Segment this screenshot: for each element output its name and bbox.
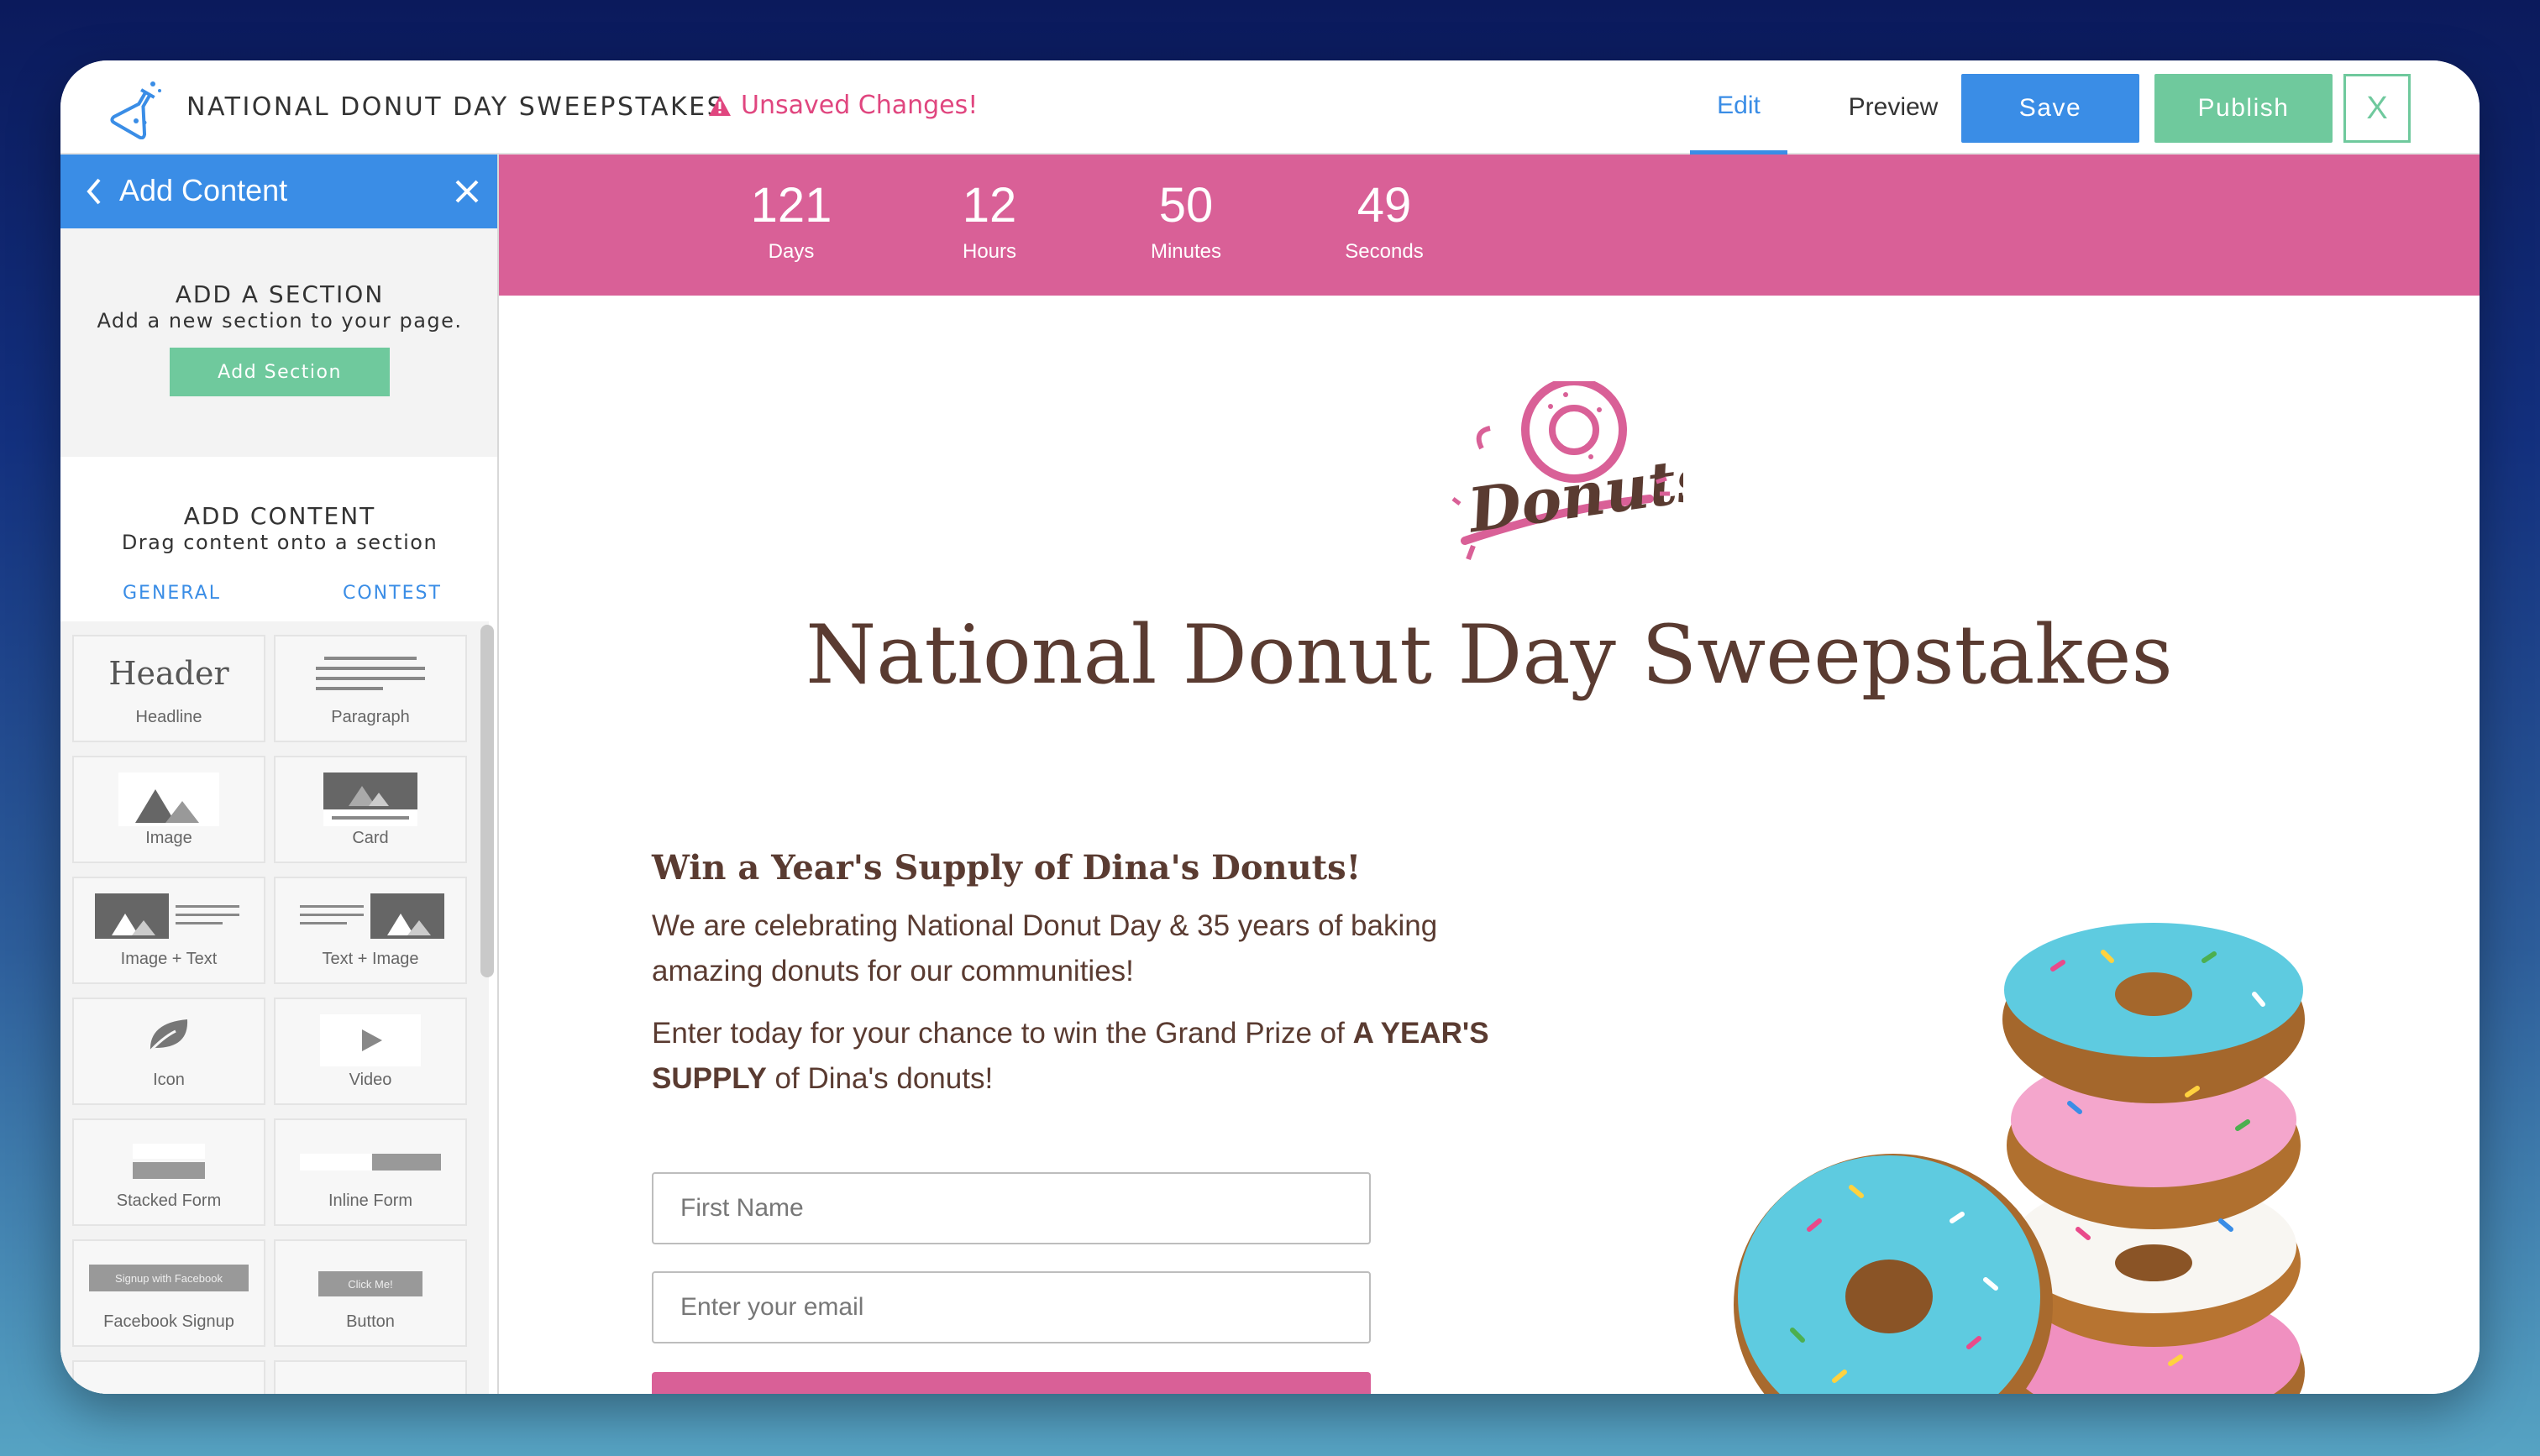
enter-now-button[interactable]: Enter Now xyxy=(652,1372,1371,1394)
tile-label: Facebook Signup xyxy=(103,1312,234,1331)
tile-inline-form[interactable]: Inline Form xyxy=(274,1118,467,1226)
add-content-heading: ADD CONTENT xyxy=(183,502,376,530)
tile-label: Button xyxy=(346,1312,395,1331)
tile-facebook-signup[interactable]: Signup with Facebook Facebook Signup xyxy=(72,1239,265,1347)
image-text-icon xyxy=(95,893,239,939)
tile-headline[interactable]: Header Headline xyxy=(72,635,265,742)
email-field[interactable]: Enter your email xyxy=(652,1271,1371,1343)
tile-video[interactable]: Video xyxy=(274,998,467,1105)
donut-stack-image[interactable] xyxy=(1717,826,2355,1394)
paragraph-icon xyxy=(316,657,425,690)
tab-contest[interactable]: CONTEST xyxy=(343,583,442,604)
countdown-hours: 12 Hours xyxy=(922,176,1057,264)
promo-headline[interactable]: Win a Year's Supply of Dina's Donuts! xyxy=(652,848,1361,888)
header-thumb: Header xyxy=(108,655,229,692)
page-title[interactable]: National Donut Day Sweepstakes xyxy=(499,608,2480,702)
close-icon[interactable] xyxy=(452,176,482,207)
tile-paragraph[interactable]: Paragraph xyxy=(274,635,467,742)
countdown-value: 121 xyxy=(750,178,832,233)
tile-more[interactable] xyxy=(72,1360,265,1394)
sidebar-header: Add Content xyxy=(60,155,497,228)
button-thumb: Click Me! xyxy=(318,1271,422,1296)
tile-image[interactable]: Image xyxy=(72,756,265,863)
countdown-label: Hours xyxy=(962,240,1017,263)
countdown-seconds: 49 Seconds xyxy=(1317,176,1451,264)
tile-label: Card xyxy=(352,829,389,847)
tile-label: Stacked Form xyxy=(116,1192,222,1210)
prize-paragraph[interactable]: Enter today for your chance to win the G… xyxy=(652,1011,1534,1102)
countdown-minutes: 50 Minutes xyxy=(1119,176,1253,264)
tile-stacked-form[interactable]: Stacked Form xyxy=(72,1118,265,1226)
app-title: NATIONAL DONUT DAY SWEEPSTAKES xyxy=(186,92,726,122)
tile-label: Inline Form xyxy=(328,1192,413,1210)
tile-label: Paragraph xyxy=(331,708,410,726)
countdown-days: 121 Days xyxy=(724,176,858,264)
facebook-signup-thumb: Signup with Facebook xyxy=(89,1265,249,1291)
tile-label: Icon xyxy=(153,1071,185,1089)
tile-label: Text + Image xyxy=(322,950,419,968)
add-content-panel: ADD CONTENT Drag content onto a section … xyxy=(60,457,497,1394)
flask-logo-icon[interactable] xyxy=(106,76,170,139)
unsaved-text: Unsaved Changes! xyxy=(741,91,979,120)
countdown-label: Days xyxy=(768,240,815,263)
stacked-form-icon xyxy=(133,1144,205,1179)
sidebar-scrollbar[interactable] xyxy=(480,625,494,977)
countdown-value: 50 xyxy=(1158,178,1214,233)
leaf-icon xyxy=(147,1019,188,1054)
prize-text: Enter today for your chance to win the G… xyxy=(652,1017,1353,1050)
logo-text: Donuts xyxy=(1462,442,1683,547)
countdown-label: Seconds xyxy=(1345,240,1424,263)
tab-preview[interactable]: Preview xyxy=(1818,60,1969,155)
tab-general[interactable]: GENERAL xyxy=(123,583,221,604)
add-section-heading: ADD A SECTION xyxy=(175,280,385,308)
video-play-icon xyxy=(320,1014,421,1066)
add-content-subtext: Drag content onto a section xyxy=(121,531,438,554)
countdown-label: Minutes xyxy=(1150,240,1222,263)
tile-label: Image + Text xyxy=(120,950,218,968)
content-tiles: Header Headline Paragraph Image Card Ima… xyxy=(60,621,489,1394)
add-section-subtext: Add a new section to your page. xyxy=(97,309,463,333)
unsaved-changes-warning: Unsaved Changes! xyxy=(707,91,978,120)
add-section-panel: ADD A SECTION Add a new section to your … xyxy=(60,228,497,457)
first-name-field[interactable]: First Name xyxy=(652,1172,1371,1244)
page-canvas: 121 Days 12 Hours 50 Minutes 49 Seconds xyxy=(499,155,2480,1394)
top-bar: NATIONAL DONUT DAY SWEEPSTAKES Unsaved C… xyxy=(60,60,2480,155)
tile-image-text[interactable]: Image + Text xyxy=(72,877,265,984)
tile-icon[interactable]: Icon xyxy=(72,998,265,1105)
promo-paragraph[interactable]: We are celebrating National Donut Day & … xyxy=(652,903,1492,994)
chevron-left-icon[interactable] xyxy=(77,173,111,210)
countdown-value: 12 xyxy=(962,178,1017,233)
warning-icon xyxy=(709,95,731,116)
tile-text-image[interactable]: Text + Image xyxy=(274,877,467,984)
text-image-icon xyxy=(300,893,444,939)
app-window: NATIONAL DONUT DAY SWEEPSTAKES Unsaved C… xyxy=(60,60,2480,1394)
add-content-sidebar: Add Content ADD A SECTION Add a new sect… xyxy=(60,155,499,1394)
save-button[interactable]: Save xyxy=(1961,74,2139,143)
add-section-button[interactable]: Add Section xyxy=(170,348,390,396)
publish-button[interactable]: Publish xyxy=(2154,74,2333,143)
tile-label: Headline xyxy=(135,708,202,726)
tile-button[interactable]: Click Me! Button xyxy=(274,1239,467,1347)
prize-text-end: of Dina's donuts! xyxy=(766,1062,994,1095)
tile-card[interactable]: Card xyxy=(274,756,467,863)
image-icon xyxy=(118,773,219,826)
inline-form-icon xyxy=(300,1154,441,1171)
tile-more[interactable] xyxy=(274,1360,467,1394)
countdown-value: 49 xyxy=(1357,178,1412,233)
tile-label: Video xyxy=(349,1071,392,1089)
tile-label: Image xyxy=(145,829,192,847)
card-icon xyxy=(323,773,417,826)
tab-edit[interactable]: Edit xyxy=(1690,60,1787,155)
countdown-bar[interactable]: 121 Days 12 Hours 50 Minutes 49 Seconds xyxy=(499,155,2480,296)
close-button[interactable]: X xyxy=(2343,74,2411,143)
sidebar-title: Add Content xyxy=(119,173,288,207)
donuts-brand-logo[interactable]: Donuts xyxy=(1440,381,1683,574)
